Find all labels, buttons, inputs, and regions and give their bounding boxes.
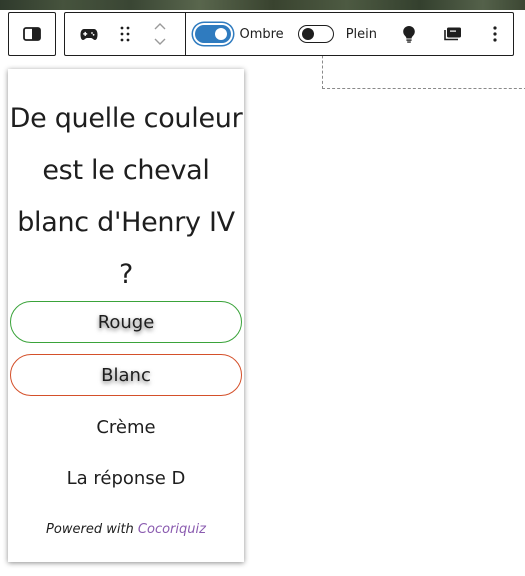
card-style-button[interactable] [435, 16, 471, 52]
sidebar-toggle-button[interactable] [14, 16, 50, 52]
powered-prefix: Powered with [46, 522, 134, 537]
answer-option-2[interactable]: Blanc [10, 354, 242, 396]
block-toolbar: Ombre Plein [64, 11, 514, 56]
toggle-knob [215, 28, 228, 40]
answer-option-1[interactable]: Rouge [10, 301, 242, 343]
drag-handle-icon [120, 26, 130, 42]
toolbar-parent-group [8, 12, 56, 56]
answer-label: La réponse D [66, 467, 186, 489]
answer-label: Crème [96, 416, 156, 438]
card-icon [444, 27, 461, 41]
chevron-down-icon[interactable] [153, 36, 167, 46]
answer-option-3[interactable]: Crème [10, 406, 242, 448]
answer-label: Rouge [97, 311, 155, 333]
cocoriquiz-link[interactable]: Cocoriquiz [138, 522, 206, 537]
toggle-knob [301, 28, 314, 40]
quiz-question: De quelle couleur est le cheval blanc d'… [9, 103, 243, 290]
ombre-toggle-label: Ombre [239, 26, 284, 42]
drag-handle-button[interactable] [107, 16, 143, 52]
answer-option-4[interactable]: La réponse D [10, 457, 242, 499]
plein-toggle[interactable] [297, 25, 334, 43]
plein-toggle-label: Plein [345, 26, 377, 42]
ombre-toggle[interactable] [195, 25, 232, 43]
lightbulb-icon [403, 26, 415, 43]
block-type-button[interactable] [71, 16, 107, 52]
block-mover [147, 16, 173, 52]
hint-button[interactable] [391, 16, 427, 52]
answer-label: Blanc [101, 364, 151, 386]
sidebar-toggle-icon [23, 27, 41, 41]
more-options-button[interactable] [477, 16, 513, 52]
background-image [0, 0, 525, 10]
more-vertical-icon [493, 26, 497, 42]
gamepad-icon [80, 29, 98, 40]
chevron-up-icon[interactable] [153, 22, 167, 32]
powered-by-footer: Powered with Cocoriquiz [8, 522, 244, 537]
quiz-card: De quelle couleur est le cheval blanc d'… [8, 69, 244, 562]
